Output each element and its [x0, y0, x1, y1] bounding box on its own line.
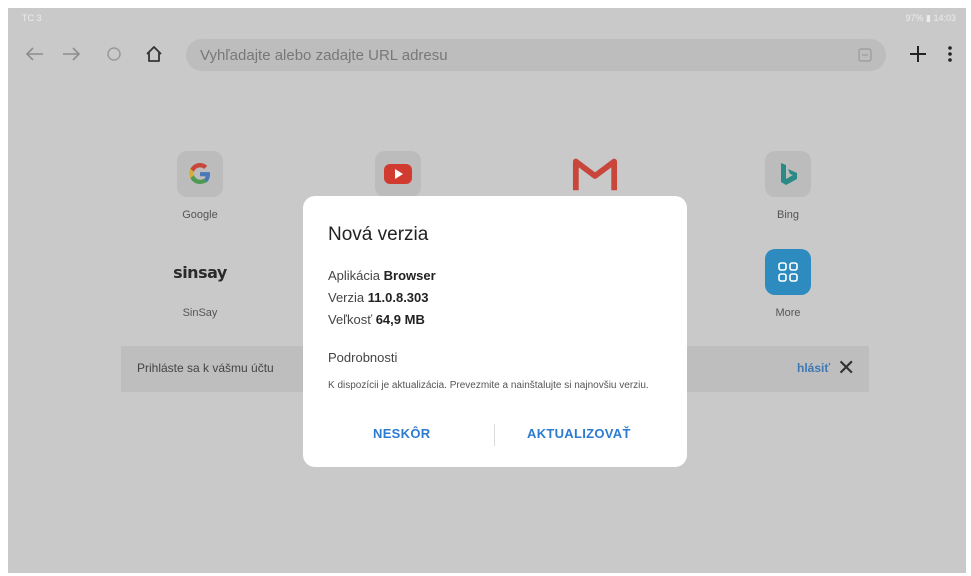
details-text: K dispozícii je aktualizácia. Prevezmite…: [328, 380, 649, 391]
details-heading: Podrobnosti: [328, 350, 398, 365]
sinsay-logo-text: sinsay: [173, 262, 227, 282]
more-apps-icon: [765, 249, 811, 295]
speed-dial-google[interactable]: Google: [145, 151, 255, 231]
reload-button[interactable]: [100, 40, 128, 68]
address-placeholder: Vyhľadajte alebo zadajte URL adresu: [200, 47, 448, 64]
status-right: 97% ▮ 14:03: [905, 13, 957, 23]
address-bar[interactable]: Vyhľadajte alebo zadajte URL adresu: [186, 39, 886, 71]
home-icon: [146, 46, 162, 62]
version-value: 11.0.8.303: [367, 290, 429, 305]
tile-label: More: [775, 307, 801, 319]
forward-button[interactable]: [58, 40, 86, 68]
speed-dial-more[interactable]: More: [733, 249, 843, 329]
bing-icon: [765, 151, 811, 197]
browser-screen: TC 3 97% ▮ 14:03 Vyhľadajte alebo zadajt…: [8, 8, 966, 573]
back-arrow-icon: [25, 47, 43, 61]
qr-scan-icon[interactable]: [858, 48, 872, 62]
speed-dial-bing[interactable]: Bing: [733, 151, 843, 231]
size-value: 64,9 MB: [375, 312, 425, 327]
back-button[interactable]: [20, 40, 48, 68]
size-row: Veľkosť 64,9 MB: [328, 312, 425, 327]
sinsay-icon: sinsay: [155, 249, 245, 295]
app-label: Aplikácia: [328, 268, 381, 283]
plus-icon: [910, 46, 926, 62]
menu-button[interactable]: [936, 40, 964, 68]
status-bar: TC 3 97% ▮ 14:03: [8, 8, 966, 30]
browser-toolbar: Vyhľadajte alebo zadajte URL adresu: [8, 32, 966, 76]
version-label: Verzia: [328, 290, 365, 305]
version-row: Verzia 11.0.8.303: [328, 290, 429, 305]
later-button[interactable]: NESKÔR: [373, 426, 430, 441]
speed-dial-sinsay[interactable]: sinsay SinSay: [145, 249, 255, 329]
forward-arrow-icon: [63, 47, 81, 61]
tile-label: Bing: [776, 209, 800, 221]
button-divider: [494, 424, 495, 446]
home-button[interactable]: [140, 40, 168, 68]
app-value: Browser: [383, 268, 436, 283]
signin-link[interactable]: hlásiť: [797, 361, 830, 375]
update-dialog: Nová verzia Aplikácia Browser Verzia 11.…: [303, 196, 687, 467]
more-vert-icon: [948, 46, 952, 62]
tile-label: Google: [182, 209, 218, 221]
app-row: Aplikácia Browser: [328, 268, 436, 283]
tile-label: SinSay: [182, 307, 218, 319]
size-label: Veľkosť: [328, 312, 373, 327]
new-tab-button[interactable]: [904, 40, 932, 68]
youtube-icon: [375, 151, 421, 197]
google-icon: [177, 151, 223, 197]
signin-text: Prihláste sa k vášmu účtu: [137, 361, 274, 375]
status-left: TC 3: [22, 13, 42, 23]
close-icon[interactable]: ✕: [837, 357, 855, 379]
dialog-title: Nová verzia: [328, 224, 429, 245]
reload-icon: [107, 47, 121, 61]
update-button[interactable]: AKTUALIZOVAŤ: [527, 426, 631, 441]
gmail-icon: [572, 151, 618, 197]
